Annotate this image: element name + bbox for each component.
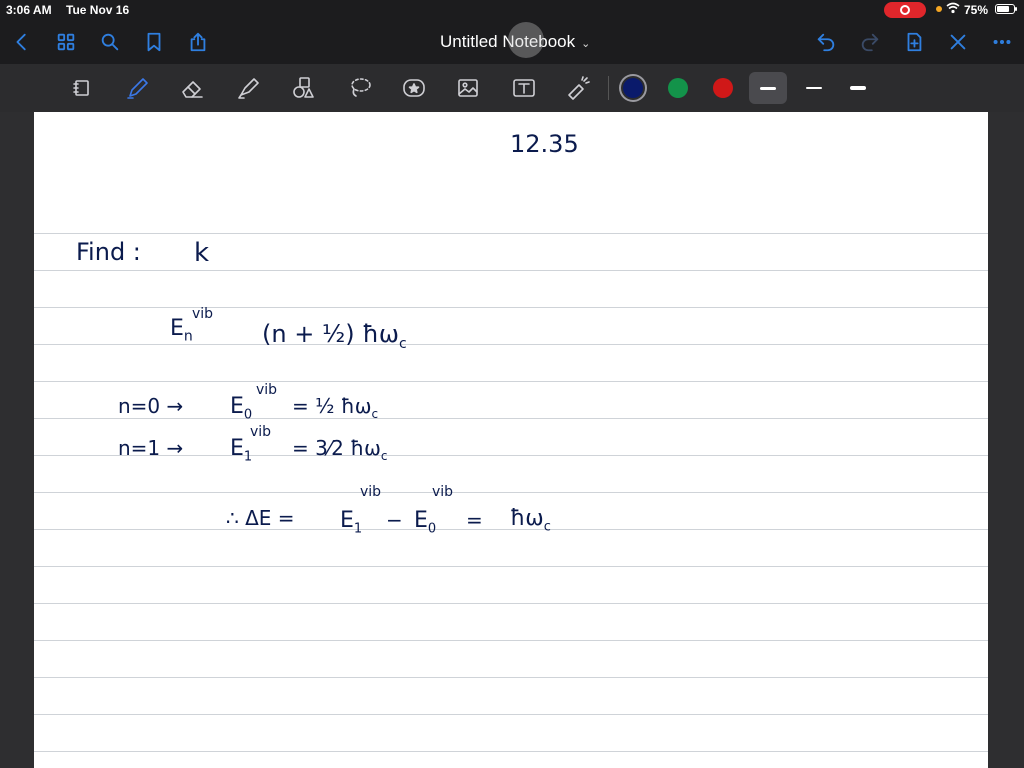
eq1-rhs: (n + ½) ħωc (262, 320, 407, 352)
eraser-icon[interactable] (176, 72, 208, 104)
eq2-lhs-subscript: 0 (243, 407, 253, 423)
eq4-rhs-subscript: c (543, 519, 551, 535)
lasso-select-icon[interactable] (66, 72, 98, 104)
status-date: Tue Nov 16 (66, 3, 130, 17)
undo-icon[interactable] (814, 30, 838, 54)
color-swatch-red[interactable] (713, 78, 733, 98)
stroke-thickness-medium[interactable] (839, 72, 877, 104)
page-rule (34, 751, 988, 752)
status-time: 3:06 AM (6, 3, 52, 17)
tool-bar (0, 64, 1024, 112)
eq4-term2: E0 (414, 508, 436, 536)
eq1-superscript: vib (192, 306, 214, 322)
chevron-down-icon: ⌄ (581, 38, 591, 50)
eq3-lhs-symbol: E (230, 436, 244, 461)
page-rule (34, 714, 988, 715)
lasso-icon[interactable] (344, 72, 376, 104)
floating-assistive-dot[interactable] (508, 22, 544, 58)
eq4-rhs: ħωc (510, 506, 551, 534)
eq2-lhs-symbol: E (230, 394, 244, 419)
grid-icon[interactable] (54, 30, 78, 54)
page-rule (34, 270, 988, 271)
status-bar: 3:06 AM Tue Nov 16 75% (0, 0, 1024, 20)
page-rule (34, 381, 988, 382)
screen-recording-icon[interactable] (884, 2, 926, 18)
eq2-lhs: E0 (230, 394, 252, 422)
battery-icon (995, 4, 1017, 14)
eq4-term1: E1 (340, 508, 362, 536)
eq3-condition: n=1 → (118, 436, 184, 460)
page-rule (34, 233, 988, 234)
problem-number: 12.35 (510, 130, 579, 158)
eq4-term2-subscript: 0 (427, 521, 437, 537)
eq4-minus: − (386, 508, 403, 532)
color-swatch-navy[interactable] (623, 78, 643, 98)
page-rule (34, 566, 988, 567)
eq2-condition: n=0 → (118, 394, 184, 418)
eq2-rhs-subscript: c (371, 407, 379, 421)
eq4-rhs-text: ħω (510, 506, 544, 531)
eq1-rhs-text: (n + ½) ħω (262, 320, 399, 348)
eq1-lhs-symbol: E (170, 316, 184, 341)
page-rule (34, 492, 988, 493)
find-label: Find : (76, 238, 141, 266)
eq4-equals: = (466, 508, 483, 532)
find-value: k (194, 238, 210, 268)
pen-icon[interactable] (122, 72, 154, 104)
eq4-prefix: ∴ ΔE = (226, 506, 295, 530)
close-icon[interactable] (946, 30, 970, 54)
sticker-icon[interactable] (398, 72, 430, 104)
page-rule (34, 603, 988, 604)
eq3-superscript: vib (250, 424, 272, 440)
eq3-lhs: E1 (230, 436, 252, 464)
eq4-term1-superscript: vib (360, 484, 382, 500)
laser-pointer-icon[interactable] (562, 72, 594, 104)
eq3-lhs-subscript: 1 (243, 449, 253, 465)
text-icon[interactable] (508, 72, 540, 104)
page-rule (34, 677, 988, 678)
orange-indicator-icon (936, 6, 942, 12)
eq2-rhs: = ½ ħωc (292, 394, 378, 421)
notebook-page[interactable]: 12.35 Find : k En vib (n + ½) ħωc n=0 → … (34, 112, 988, 768)
eq1-lhs: En (170, 316, 193, 344)
back-icon[interactable] (10, 30, 34, 54)
highlighter-icon[interactable] (232, 72, 264, 104)
eq4-term2-symbol: E (414, 508, 428, 533)
redo-icon[interactable] (858, 30, 882, 54)
eq4-term2-superscript: vib (432, 484, 454, 500)
eq4-term1-subscript: 1 (353, 521, 363, 537)
image-icon[interactable] (452, 72, 484, 104)
page-rule (34, 640, 988, 641)
stroke-thickness-thick[interactable] (749, 72, 787, 104)
eq2-rhs-text: = ½ ħω (292, 394, 372, 418)
add-page-icon[interactable] (902, 30, 926, 54)
eq3-rhs-text: = 3⁄2 ħω (292, 436, 381, 460)
share-icon[interactable] (186, 30, 210, 54)
color-swatch-green[interactable] (668, 78, 688, 98)
eq3-rhs: = 3⁄2 ħωc (292, 436, 388, 463)
page-rule (34, 307, 988, 308)
wifi-icon (946, 2, 960, 17)
stroke-thickness-thin[interactable] (795, 72, 833, 104)
page-rule (34, 418, 988, 419)
toolbar-divider (608, 76, 609, 100)
more-icon[interactable] (990, 30, 1014, 54)
battery-fill (997, 6, 1009, 12)
eq2-superscript: vib (256, 382, 278, 398)
search-icon[interactable] (98, 30, 122, 54)
battery-percent: 75% (964, 3, 989, 17)
bookmark-icon[interactable] (142, 30, 166, 54)
eq1-rhs-subscript: c (398, 335, 407, 352)
eq3-rhs-subscript: c (380, 449, 388, 463)
shapes-icon[interactable] (288, 72, 320, 104)
eq1-lhs-subscript: n (183, 328, 193, 345)
eq4-term1-symbol: E (340, 508, 354, 533)
